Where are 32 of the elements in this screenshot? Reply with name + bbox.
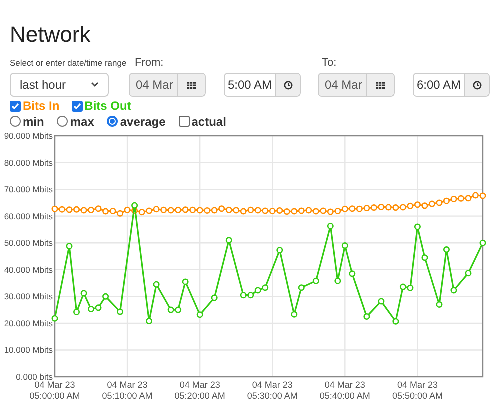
y-tick-label: 70.000 Mbits — [4, 184, 53, 195]
x-tick-label: 05:00:00 AM — [30, 391, 80, 401]
option-label: actual — [192, 114, 226, 130]
range-label: Select or enter date/time range — [10, 57, 128, 69]
x-tick-label: 04 Mar 23 — [252, 380, 293, 390]
option-label: max — [70, 114, 94, 130]
y-tick-label: 60.000 Mbits — [4, 211, 53, 222]
x-tick-label: 04 Mar 23 — [107, 380, 148, 390]
y-tick-label: 80.000 Mbits — [4, 158, 53, 168]
x-tick-label: 04 Mar 23 — [180, 380, 220, 390]
y-tick-label: 90.000 Mbits — [4, 131, 53, 141]
to-label: To: — [322, 57, 337, 69]
x-tick-label: 04 Mar 23 — [397, 380, 438, 390]
from-label: From: — [135, 57, 165, 69]
option-label: average — [120, 114, 166, 130]
y-tick-label: 10.000 Mbits — [4, 345, 53, 356]
x-tick-label: 05:20:00 AM — [174, 391, 226, 401]
option-label: min — [23, 114, 44, 130]
y-tick-label: 0.000 bits — [16, 372, 53, 382]
page-title: Network — [10, 22, 92, 48]
series-label: Bits In — [23, 98, 60, 115]
x-tick-label: 05:50:00 AM — [392, 391, 443, 401]
y-tick-label: 30.000 Mbits — [4, 292, 53, 302]
series-label: Bits Out — [84, 98, 132, 115]
x-tick-label: 04 Mar 23 — [34, 380, 76, 390]
y-tick-label: 20.000 Mbits — [4, 318, 53, 328]
x-tick-label: 05:10:00 AM — [102, 391, 153, 401]
x-tick-label: 05:30:00 AM — [247, 391, 298, 401]
x-tick-label: 04 Mar 23 — [324, 380, 366, 390]
y-tick-label: 40.000 Mbits — [4, 264, 53, 275]
x-tick-label: 05:40:00 AM — [320, 391, 370, 401]
y-tick-label: 50.000 Mbits — [4, 238, 53, 248]
